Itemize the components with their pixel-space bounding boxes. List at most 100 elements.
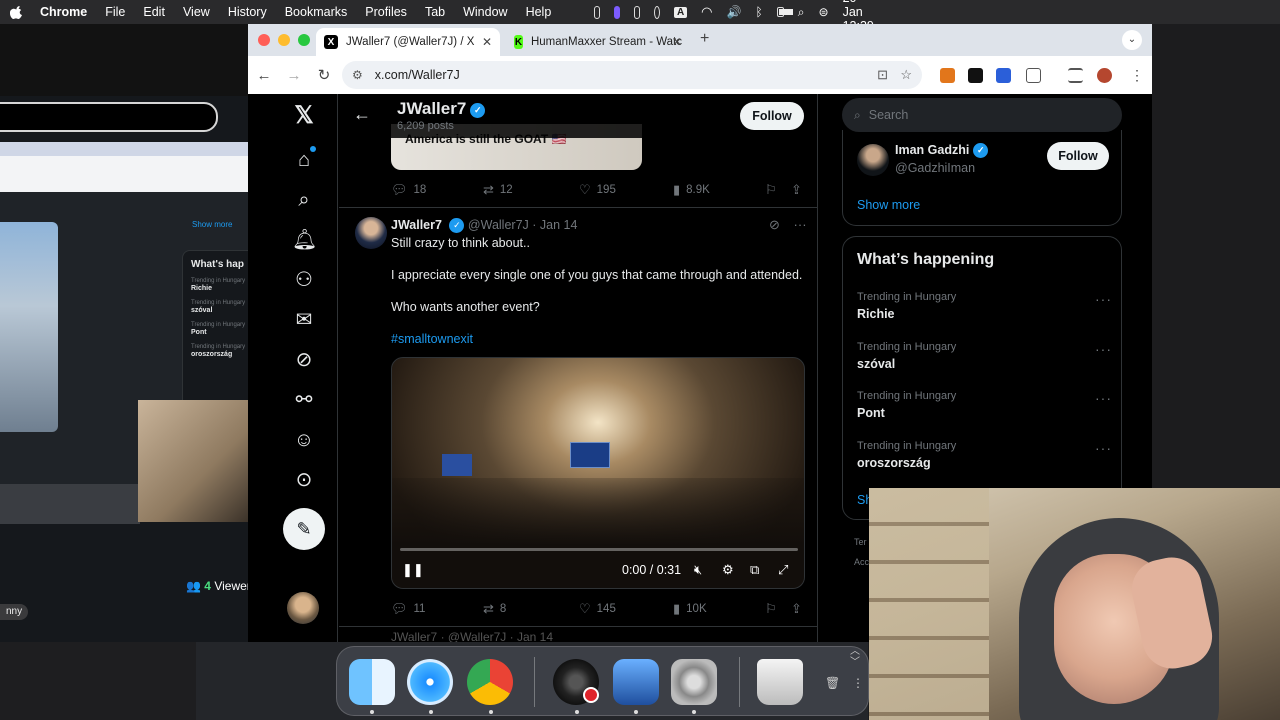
reply-button[interactable]: 💬︎ 18	[391, 182, 426, 198]
menu-view[interactable]: View	[183, 5, 210, 19]
video-progress-bar[interactable]	[400, 548, 798, 551]
menu-edit[interactable]: Edit	[143, 5, 165, 19]
like-button[interactable]: ♡ 195	[579, 182, 616, 198]
follow-button[interactable]: Follow	[740, 102, 804, 130]
reload-button[interactable]: ↻	[310, 66, 338, 84]
video-settings-gear-icon[interactable]: ⚙	[722, 562, 734, 578]
zoom-window-button[interactable]	[298, 34, 310, 46]
metamask-extension-icon[interactable]	[940, 68, 955, 83]
tab-humanmaxxer-stream[interactable]: K HumanMaxxer Stream - Watc ✕	[506, 28, 690, 56]
grok-explain-icon[interactable]: ⊘	[769, 217, 780, 232]
battery-icon[interactable]	[776, 7, 793, 17]
menu-app-name[interactable]: Chrome	[40, 5, 87, 19]
repost-button[interactable]: ⇄ 8	[483, 601, 506, 617]
dock-chevrons-icon[interactable]: ︿ ﹀	[850, 646, 860, 668]
tab-jwaller7[interactable]: X JWaller7 (@Waller7J) / X ✕	[316, 28, 500, 56]
extensions-puzzle-icon[interactable]	[1026, 68, 1041, 83]
menu-profiles[interactable]: Profiles	[365, 5, 407, 19]
bookmark-button[interactable]: ⚐	[765, 601, 777, 617]
volume-icon[interactable]: 🔊	[727, 5, 742, 19]
cloud-sync-icon[interactable]	[633, 5, 640, 19]
system-settings-app-icon[interactable]	[671, 659, 717, 705]
grok-icon[interactable]: ⊘	[292, 348, 316, 372]
finder-app-icon[interactable]	[349, 659, 395, 705]
close-tab-icon[interactable]: ✕	[672, 35, 682, 49]
trend-more-icon[interactable]: ···	[1095, 440, 1112, 456]
search-icon[interactable]: ⌕	[292, 188, 316, 212]
extension-id-icon[interactable]	[996, 68, 1011, 83]
tweet-author-avatar[interactable]	[355, 217, 387, 249]
profile-avatar[interactable]	[1097, 68, 1112, 83]
tweet-date[interactable]: Jan 14	[540, 218, 578, 232]
more-circle-icon[interactable]: ⊙	[292, 468, 316, 492]
fullscreen-icon[interactable]: ⤢	[778, 562, 788, 578]
new-tab-button[interactable]: +	[700, 30, 709, 48]
views-button[interactable]: ▮ 8.9K	[673, 182, 710, 198]
compose-post-button[interactable]: ✎	[283, 508, 325, 550]
tweet-video-player[interactable]: ❚❚ 0:00 / 0:31 🔇︎ ⚙ ⧉ ⤢	[391, 357, 805, 589]
chrome-app-icon[interactable]	[467, 659, 513, 705]
pause-button[interactable]: ❚❚	[402, 562, 424, 578]
footer-terms-link[interactable]: Ter	[854, 537, 867, 547]
repost-button[interactable]: ⇄ 12	[483, 182, 513, 198]
tweet-author-handle[interactable]: @Waller7J	[468, 218, 529, 232]
screen-record-icon[interactable]	[613, 5, 620, 19]
dock-more-icon[interactable]: ⋮	[852, 676, 864, 690]
suggested-user-avatar[interactable]	[857, 144, 889, 176]
safari-app-icon[interactable]	[407, 659, 453, 705]
views-button[interactable]: ▮ 10K	[673, 601, 707, 617]
trend-item-oroszorszag[interactable]: oroszország	[857, 456, 931, 470]
picture-in-picture-icon[interactable]: ⧉	[750, 562, 759, 578]
tweet-hashtag-link[interactable]: #smalltownexit	[391, 332, 473, 346]
install-app-icon[interactable]: ⊡	[877, 67, 888, 83]
trend-item-richie[interactable]: Richie	[857, 307, 895, 321]
reply-button[interactable]: 💬︎ 11	[391, 601, 425, 617]
minimize-window-button[interactable]	[278, 34, 290, 46]
notifications-bell-icon[interactable]: 🔔︎	[292, 228, 317, 252]
x-logo-icon[interactable]: 𝕏	[292, 104, 316, 128]
bookmark-button[interactable]: ⚐	[765, 182, 777, 198]
close-tab-icon[interactable]: ✕	[482, 35, 492, 49]
address-bar[interactable]: ⚙ x.com/Waller7J ☆ ⊡	[342, 61, 922, 89]
play-icon[interactable]	[653, 5, 660, 19]
trend-item-pont[interactable]: Pont	[857, 406, 885, 420]
tweet-author-name[interactable]: JWaller7	[391, 218, 442, 232]
trend-more-icon[interactable]: ···	[1095, 341, 1112, 357]
like-button[interactable]: ♡ 145	[579, 601, 616, 617]
trend-item-szoval[interactable]: szóval	[857, 357, 895, 371]
menu-bookmarks[interactable]: Bookmarks	[285, 5, 348, 19]
trend-more-icon[interactable]: ···	[1095, 390, 1112, 406]
trash-side-icon[interactable]: 🗑︎	[825, 676, 840, 690]
share-button[interactable]: ⇪	[791, 182, 802, 198]
follow-suggested-user-button[interactable]: Follow	[1047, 142, 1109, 170]
tab-search-button[interactable]: ⌄	[1122, 30, 1142, 50]
footer-accessibility-link[interactable]: Acc	[854, 557, 869, 567]
communities-icon[interactable]: ⚯	[292, 388, 316, 412]
follow-people-icon[interactable]: ⚇	[292, 268, 316, 292]
account-avatar[interactable]	[287, 592, 319, 624]
menu-window[interactable]: Window	[463, 5, 507, 19]
search-input[interactable]: ⌕ Search	[842, 98, 1122, 132]
messages-envelope-icon[interactable]: ✉	[292, 308, 316, 332]
close-window-button[interactable]	[258, 34, 270, 46]
suggested-user-name[interactable]: Iman Gadzhi ✓	[895, 143, 989, 158]
menu-tab[interactable]: Tab	[425, 5, 445, 19]
profile-icon[interactable]: ☺	[292, 428, 316, 452]
menu-file[interactable]: File	[105, 5, 125, 19]
back-button[interactable]: ←	[250, 67, 278, 84]
apple-icon[interactable]	[10, 5, 24, 19]
back-arrow-icon[interactable]: ←	[353, 104, 371, 125]
forward-button[interactable]: →	[280, 67, 308, 84]
who-to-follow-show-more[interactable]: Show more	[857, 198, 920, 212]
mute-icon[interactable]: 🔇︎	[694, 562, 702, 578]
share-button[interactable]: ⇪	[791, 601, 802, 617]
screen-recorder-app-icon[interactable]	[613, 659, 659, 705]
background-text-field[interactable]	[0, 102, 218, 132]
wifi-icon[interactable]: ◠	[701, 4, 712, 20]
trend-more-icon[interactable]: ···	[1095, 291, 1112, 307]
spotlight-icon[interactable]: ⌕	[798, 5, 805, 20]
trash-app-icon[interactable]	[757, 659, 803, 705]
control-center-icon[interactable]: ⊜	[819, 5, 829, 19]
extension-mc-icon[interactable]	[968, 68, 983, 83]
menu-help[interactable]: Help	[526, 5, 552, 19]
